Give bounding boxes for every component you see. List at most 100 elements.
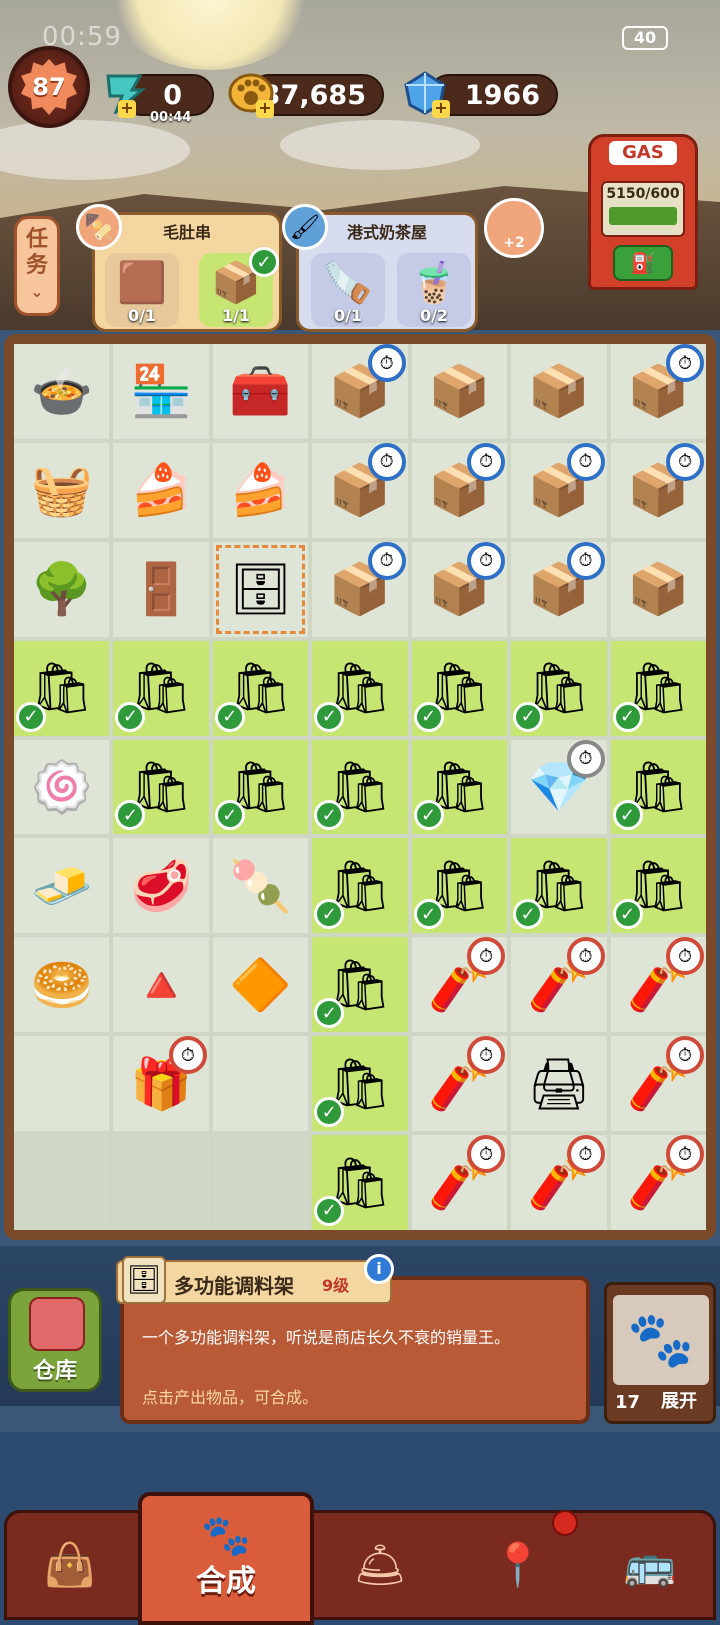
order-item: 🪚 0/1 [311, 253, 385, 327]
board-cell[interactable]: 🛍 ✓ [312, 739, 408, 835]
board-cell[interactable]: 🧨 ⏱ [511, 937, 607, 1033]
bag-icon[interactable]: 👜 [20, 1530, 120, 1600]
board-cell[interactable]: 🛍 ✓ [411, 739, 508, 835]
board-cell[interactable]: 📦 ⏱ [312, 442, 408, 538]
board-cell[interactable]: 📦 [411, 344, 508, 439]
treasure-chest-icon: 🧰 [229, 362, 292, 421]
board-cell[interactable]: 🍰 [212, 442, 309, 538]
board-cell[interactable]: 🧨 ⏱ [610, 937, 706, 1033]
stopwatch-icon: ⏱ [566, 541, 605, 580]
board-cell[interactable]: 🧨 ⏱ [411, 1135, 508, 1230]
expand-button[interactable]: 🐾 17 展开 [604, 1282, 716, 1424]
item-hint: 点击产出物品，可合成。 [142, 1388, 319, 1407]
add-gems-button[interactable]: + [432, 100, 450, 118]
board-cell[interactable]: 🛍 ✓ [212, 739, 309, 835]
board-cell[interactable]: 🛍 ✓ [312, 937, 408, 1033]
board-cell[interactable]: 🛍 ✓ [610, 739, 706, 835]
player-level-badge[interactable]: 87 [8, 46, 90, 128]
board-cell[interactable]: 🚪 [113, 541, 209, 637]
board-cell[interactable]: 📦 [511, 344, 607, 439]
board-cell[interactable]: 🛍 ✓ [411, 640, 508, 736]
board-cell[interactable]: 🍥 [14, 739, 110, 835]
bus-icon[interactable]: 🚌 [600, 1530, 700, 1600]
board-cell[interactable]: 🍰 [113, 442, 209, 538]
board-cell[interactable] [212, 1036, 309, 1132]
board-cell[interactable] [113, 1135, 209, 1230]
board-cell[interactable]: 📦 ⏱ [312, 344, 408, 439]
board-cell[interactable]: 📦 ⏱ [610, 442, 706, 538]
map-pin-icon[interactable]: 📍 [468, 1530, 568, 1600]
board-cell[interactable]: 📦 [610, 541, 706, 637]
board-cell[interactable]: 🍲 [14, 344, 110, 439]
board-cell[interactable]: 🧨 ⏱ [411, 937, 508, 1033]
board-cell[interactable]: 🛍 ✓ [610, 640, 706, 736]
board-cell[interactable]: 🔺 [113, 937, 209, 1033]
board-cell[interactable]: 🛍 ✓ [113, 739, 209, 835]
notification-dot [552, 1510, 578, 1536]
order-item-count: 1/1 [221, 306, 251, 325]
board-cell[interactable]: 💎 ⏱ [511, 739, 607, 835]
board-cell[interactable]: 🛍 ✓ [312, 1135, 408, 1230]
board-cell[interactable]: 🧺 [14, 442, 110, 538]
board-cell[interactable]: 📦 ⏱ [511, 442, 607, 538]
board-cell[interactable]: 🧨 ⏱ [610, 1135, 706, 1230]
board-cell[interactable]: 🛍 ✓ [312, 1036, 408, 1132]
service-bell-icon[interactable]: 🛎 [330, 1530, 430, 1600]
diamond-snack-icon: 🔶 [229, 955, 292, 1014]
pastry-cabinet-icon: 🍰 [130, 461, 193, 520]
board-cell[interactable]: 🧈 [14, 838, 110, 934]
board-cell[interactable]: 🖨 [511, 1036, 607, 1132]
board-cell[interactable]: 🛍 ✓ [511, 640, 607, 736]
board-cell[interactable]: 🧨 ⏱ [411, 1036, 508, 1132]
meat-slice-icon: 🥩 [130, 856, 193, 915]
energy-timer: 00:44 [150, 110, 192, 125]
board-cell[interactable]: 🛍 ✓ [212, 640, 309, 736]
selected-board-cell[interactable]: 🗄 [212, 541, 309, 637]
board-cell[interactable]: 🧨 ⏱ [610, 1036, 706, 1132]
check-icon: ✓ [513, 701, 544, 732]
level-value: 87 [21, 59, 77, 115]
bonus-badge[interactable]: +2 [484, 198, 544, 258]
board-cell[interactable]: 🌳 [14, 541, 110, 637]
board-cell[interactable]: 📦 ⏱ [511, 541, 607, 637]
board-cell[interactable] [212, 1135, 309, 1230]
board-cell[interactable]: 📦 ⏱ [610, 344, 706, 439]
add-coins-button[interactable]: + [256, 100, 274, 118]
check-icon: ✓ [314, 800, 345, 831]
board-cell[interactable]: 🛍 ✓ [411, 838, 508, 934]
check-icon: ✓ [314, 998, 345, 1029]
board-cell[interactable]: 🛍 ✓ [312, 838, 408, 934]
warehouse-button[interactable]: 仓库 [8, 1288, 102, 1392]
board-cell[interactable]: 📦 ⏱ [411, 541, 508, 637]
board-cell[interactable]: 🍡 [212, 838, 309, 934]
board-cell[interactable]: 🛍 ✓ [511, 838, 607, 934]
gas-collect-button[interactable]: ⛽ [613, 245, 673, 281]
stopwatch-icon: ⏱ [566, 937, 605, 976]
check-icon: ✓ [612, 899, 643, 930]
task-tab[interactable]: 任务 ⌄ [14, 216, 60, 316]
hotpot-stand-icon: 🍲 [30, 362, 93, 421]
board-grid: 🍲 🏪 🧰 📦 ⏱ 📦 📦 📦 ⏱ 🧺 🍰 🍰 📦 ⏱ 📦 ⏱ 📦 ⏱ 📦 ⏱ 🌳 🚪 🗄 … [14, 344, 706, 1230]
info-icon[interactable]: i [364, 1254, 394, 1284]
board-cell[interactable]: 🥯 [14, 937, 110, 1033]
nav-merge-label: 合成 [196, 1564, 256, 1599]
board-cell[interactable]: 🛍 ✓ [14, 640, 110, 736]
board-cell[interactable]: 🥩 [113, 838, 209, 934]
add-energy-button[interactable]: + [118, 100, 136, 118]
check-icon: ✓ [314, 1097, 345, 1128]
bread-basket-icon: 🧺 [30, 461, 93, 520]
board-cell[interactable]: 📦 ⏱ [312, 541, 408, 637]
board-cell[interactable]: 🧨 ⏱ [511, 1135, 607, 1230]
board-cell[interactable]: 🔶 [212, 937, 309, 1033]
board-cell[interactable]: 🛍 ✓ [113, 640, 209, 736]
board-cell[interactable]: 📦 ⏱ [411, 442, 508, 538]
board-cell[interactable]: 🧰 [212, 344, 309, 439]
gas-pump[interactable]: GAS 5150/600 ⛽ [588, 134, 698, 290]
nav-merge-tab[interactable]: 🐾 合成 [138, 1492, 314, 1625]
board-cell[interactable] [14, 1036, 110, 1132]
board-cell[interactable]: 🛍 ✓ [610, 838, 706, 934]
board-cell[interactable]: 🎁 ⏱ [113, 1036, 209, 1132]
board-cell[interactable] [14, 1135, 110, 1230]
board-cell[interactable]: 🛍 ✓ [312, 640, 408, 736]
board-cell[interactable]: 🏪 [113, 344, 209, 439]
